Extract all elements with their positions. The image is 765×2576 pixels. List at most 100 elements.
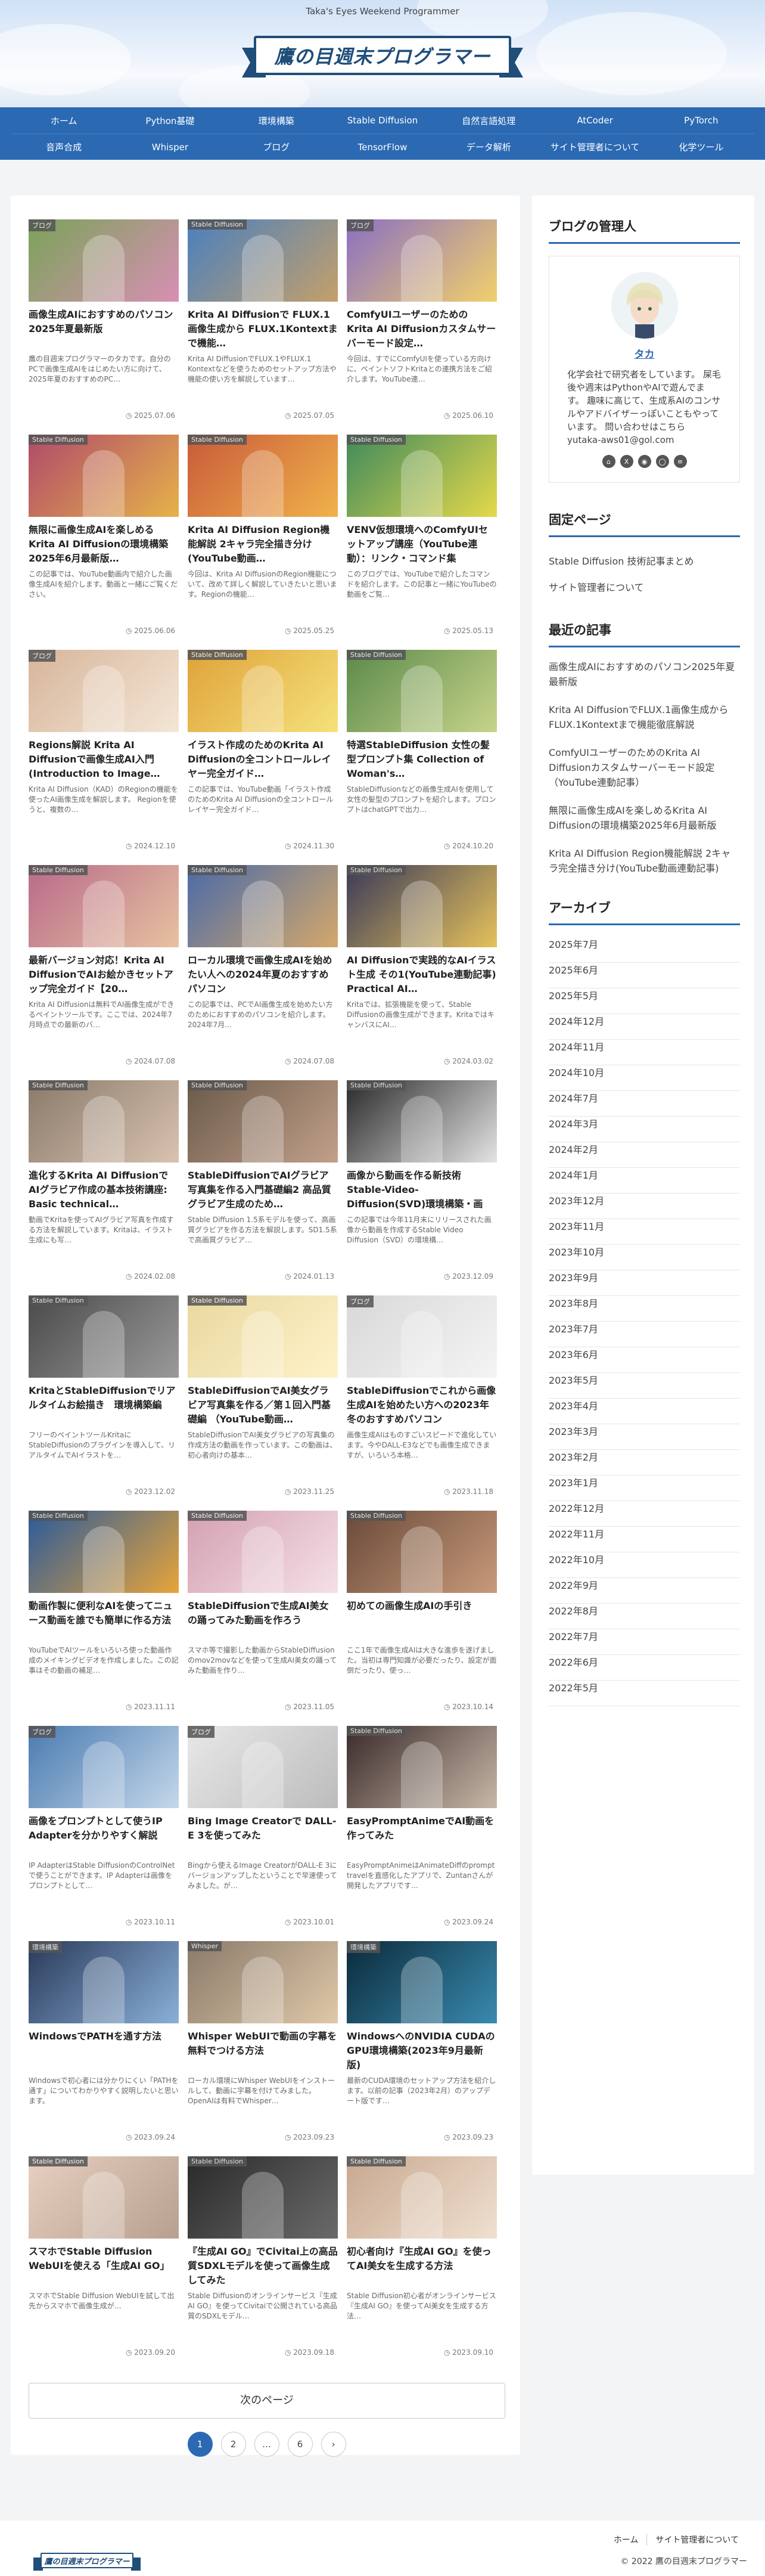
article-card[interactable]: Stable Diffusion 動画作製に便利なAIを使ってニュース動画を誰でも… [29, 1511, 179, 1717]
social-icon[interactable]: X [620, 455, 633, 468]
archive-link[interactable]: 2023年6月 [549, 1347, 740, 1373]
nav-item[interactable]: Stable Diffusion [329, 115, 436, 126]
article-title[interactable]: イラスト作成のためのKrita AI Diffusionの全コントロールレイヤー… [188, 738, 338, 781]
article-title[interactable]: EasyPromptAnimeでAI動画を作ってみた [347, 1814, 497, 1857]
article-card[interactable]: ブログ Regions解説 Krita AI Diffusionで画像生成AI入門… [29, 650, 179, 856]
article-card[interactable]: Stable Diffusion StableDiffusionでAIグラビア写真… [188, 1080, 338, 1287]
archive-link[interactable]: 2022年7月 [549, 1629, 740, 1655]
nav-item[interactable]: 化学ツール [648, 141, 754, 153]
archive-link[interactable]: 2023年8月 [549, 1296, 740, 1322]
social-icon[interactable]: ⌂ [602, 455, 615, 468]
article-thumbnail[interactable]: Stable Diffusion [188, 435, 338, 517]
archive-link[interactable]: 2024年3月 [549, 1117, 740, 1142]
recent-post-link[interactable]: 無限に画像生成AIを楽しめるKrita AI Diffusionの環境構築202… [549, 803, 740, 846]
nav-item[interactable]: Whisper [117, 142, 223, 153]
article-title[interactable]: AI Diffusionで実践的なAIイラスト生成 その1(YouTube連動記… [347, 953, 497, 996]
article-title[interactable]: 無限に画像生成AIを楽しめる Krita AI Diffusionの環境構築20… [29, 523, 179, 566]
fixed-page-link[interactable]: Stable Diffusion 技術記事まとめ [549, 549, 740, 575]
article-title[interactable]: Krita AI Diffusionで FLUX.1画像生成から FLUX.1K… [188, 308, 338, 351]
article-title[interactable]: WindowsでPATHを通す方法 [29, 2029, 179, 2072]
social-icon[interactable]: ◯ [655, 455, 669, 468]
article-thumbnail[interactable]: 環境構築 [347, 1941, 497, 2023]
article-title[interactable]: 最新バージョン対応！Krita AI DiffusionでAIお絵かきセットアッ… [29, 953, 179, 996]
article-title[interactable]: StableDiffusionでこれから画像生成AIを始めたい方への2023年冬… [347, 1384, 497, 1427]
article-title[interactable]: 進化するKrita AI Diffusionで AIグラビア作成の基本技術講座:… [29, 1168, 179, 1211]
nav-item[interactable]: 環境構築 [223, 114, 329, 127]
nav-item[interactable]: ホーム [11, 114, 117, 127]
admin-name-link[interactable]: タカ [561, 346, 727, 361]
article-card[interactable]: Stable Diffusion Krita AI Diffusionで FLUX… [188, 219, 338, 426]
footer-link[interactable]: ホーム [605, 2534, 647, 2546]
article-title[interactable]: VENV仮想環境へのComfyUIセットアップ講座（YouTube連動）：リンク… [347, 523, 497, 566]
article-card[interactable]: ブログ 画像生成AIにおすすめのパソコン2025年夏最新版 鷹の目週末プログラマーの… [29, 219, 179, 426]
article-card[interactable]: ブログ StableDiffusionでこれから画像生成AIを始めたい方への202… [347, 1295, 497, 1502]
article-title[interactable]: 画像生成AIにおすすめのパソコン2025年夏最新版 [29, 308, 179, 351]
archive-link[interactable]: 2024年2月 [549, 1142, 740, 1168]
archive-link[interactable]: 2022年10月 [549, 1552, 740, 1578]
archive-link[interactable]: 2023年5月 [549, 1373, 740, 1399]
nav-item[interactable]: Python基礎 [117, 114, 223, 127]
article-thumbnail[interactable]: Stable Diffusion [347, 435, 497, 517]
article-thumbnail[interactable]: ブログ [29, 1726, 179, 1808]
archive-link[interactable]: 2022年8月 [549, 1604, 740, 1629]
article-title[interactable]: ローカル環境で画像生成AIを始めたい人への2024年夏のおすすめパソコン [188, 953, 338, 996]
article-card[interactable]: Stable Diffusion 進化するKrita AI Diffusionで … [29, 1080, 179, 1287]
article-card[interactable]: Stable Diffusion VENV仮想環境へのComfyUIセットアップ講… [347, 435, 497, 641]
archive-link[interactable]: 2025年7月 [549, 937, 740, 963]
archive-link[interactable]: 2022年11月 [549, 1527, 740, 1552]
article-thumbnail[interactable]: ブログ [29, 650, 179, 732]
article-card[interactable]: ブログ ComfyUIユーザーのための Krita AI Diffusionカスタ… [347, 219, 497, 426]
article-card[interactable]: Stable Diffusion ローカル環境で画像生成AIを始めたい人への202… [188, 865, 338, 1071]
article-card[interactable]: Stable Diffusion KritaとStableDiffusionでリア… [29, 1295, 179, 1502]
archive-link[interactable]: 2022年12月 [549, 1501, 740, 1527]
nav-item[interactable]: TensorFlow [329, 142, 436, 153]
footer-logo[interactable]: 鷹の目週末プログラマー [33, 2549, 141, 2572]
article-card[interactable]: Stable Diffusion イラスト作成のためのKrita AI Diffu… [188, 650, 338, 856]
archive-link[interactable]: 2024年7月 [549, 1091, 740, 1117]
article-card[interactable]: Stable Diffusion 『生成AI GO』でCivitai上の高品質SD… [188, 2156, 338, 2363]
article-title[interactable]: 特選StableDiffusion 女性の髪型プロンプト集 Collection… [347, 738, 497, 781]
article-thumbnail[interactable]: ブログ [188, 1726, 338, 1808]
page-link[interactable]: 6 [287, 2432, 313, 2457]
article-title[interactable]: 初心者向け『生成AI GO』を使ってAI美女を生成する方法 [347, 2245, 497, 2287]
archive-link[interactable]: 2024年11月 [549, 1040, 740, 1065]
article-thumbnail[interactable]: ブログ [29, 219, 179, 302]
article-title[interactable]: StableDiffusionでAI美女グラビア写真集を作る／第１回入門基礎編 … [188, 1384, 338, 1427]
article-thumbnail[interactable]: Stable Diffusion [188, 865, 338, 947]
archive-link[interactable]: 2023年2月 [549, 1450, 740, 1475]
article-title[interactable]: StableDiffusionでAIグラビア写真集を作る入門基礎編2 高品質グラ… [188, 1168, 338, 1211]
article-title[interactable]: 画像から動画を作る新技術 Stable-Video-Diffusion(SVD)… [347, 1168, 497, 1211]
nav-item[interactable]: AtCoder [542, 115, 648, 126]
page-link[interactable]: 2 [220, 2432, 246, 2457]
article-title[interactable]: 画像をプロンプトとして使うIP Adapterを分かりやすく解説 [29, 1814, 179, 1857]
article-thumbnail[interactable]: Stable Diffusion [29, 2156, 179, 2239]
archive-link[interactable]: 2023年11月 [549, 1219, 740, 1245]
social-icon[interactable]: ≡ [673, 455, 687, 468]
article-card[interactable]: 環境構築 WindowsでPATHを通す方法 Windowsで初心者には分かりにくい… [29, 1941, 179, 2147]
archive-link[interactable]: 2023年12月 [549, 1194, 740, 1219]
article-title[interactable]: KritaとStableDiffusionでリアルタイムお絵描き 環境構築編 [29, 1384, 179, 1427]
article-thumbnail[interactable]: Whisper [188, 1941, 338, 2023]
article-card[interactable]: Stable Diffusion 特選StableDiffusion 女性の髪型プ… [347, 650, 497, 856]
article-card[interactable]: Stable Diffusion 最新バージョン対応！Krita AI Diffu… [29, 865, 179, 1071]
archive-link[interactable]: 2024年12月 [549, 1014, 740, 1040]
article-thumbnail[interactable]: 環境構築 [29, 1941, 179, 2023]
nav-item[interactable]: 音声合成 [11, 141, 117, 153]
footer-link[interactable]: サイト管理者について [646, 2534, 747, 2546]
recent-post-link[interactable]: 画像生成AIにおすすめのパソコン2025年夏最新版 [549, 659, 740, 702]
article-thumbnail[interactable]: Stable Diffusion [29, 435, 179, 517]
archive-link[interactable]: 2022年5月 [549, 1681, 740, 1706]
archive-link[interactable]: 2023年3月 [549, 1424, 740, 1450]
nav-item[interactable]: PyTorch [648, 115, 754, 126]
archive-link[interactable]: 2022年9月 [549, 1578, 740, 1604]
article-title[interactable]: Whisper WebUIで動画の字幕を無料でつける方法 [188, 2029, 338, 2072]
article-thumbnail[interactable]: Stable Diffusion [188, 219, 338, 302]
article-card[interactable]: Stable Diffusion 初めての画像生成AIの手引き ここ1年で画像生成A… [347, 1511, 497, 1717]
next-page-button[interactable]: 次のページ [29, 2383, 505, 2419]
nav-item[interactable]: 自然言語処理 [436, 114, 542, 127]
page-link[interactable]: › [321, 2432, 346, 2457]
nav-item[interactable]: サイト管理者について [542, 141, 648, 153]
article-thumbnail[interactable]: ブログ [347, 219, 497, 302]
article-title[interactable]: StableDiffusionで生成AI美女の踊ってみた動画を作ろう [188, 1599, 338, 1642]
article-card[interactable]: Stable Diffusion 初心者向け『生成AI GO』を使ってAI美女を生… [347, 2156, 497, 2363]
